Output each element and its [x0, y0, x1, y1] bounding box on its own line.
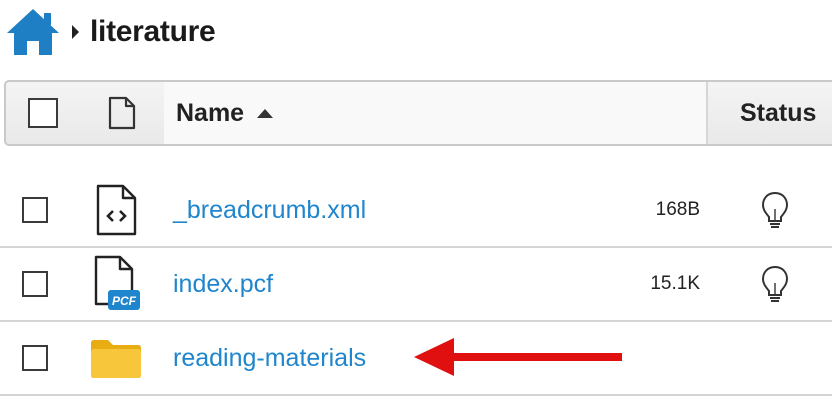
pcf-badge-label: PCF	[112, 294, 137, 308]
home-icon[interactable]	[6, 7, 60, 57]
header-select-all-cell	[6, 82, 80, 144]
row-checkbox[interactable]	[22, 197, 48, 223]
folder-icon	[91, 340, 141, 378]
sort-ascending-icon	[257, 109, 274, 118]
lightbulb-icon[interactable]	[760, 264, 790, 304]
file-icon	[108, 96, 136, 130]
xml-file-icon	[96, 184, 137, 236]
lightbulb-icon[interactable]	[760, 190, 790, 230]
row-icon-cell	[84, 174, 148, 246]
chevron-right-icon	[72, 25, 79, 39]
header-type-cell	[80, 82, 164, 144]
row-select-cell	[22, 248, 48, 320]
column-header-name[interactable]: Name	[164, 82, 706, 144]
select-all-checkbox[interactable]	[28, 98, 58, 128]
breadcrumb-current: literature	[90, 15, 216, 48]
file-link[interactable]: _breadcrumb.xml	[173, 174, 366, 246]
row-select-cell	[22, 174, 48, 246]
table-row[interactable]: PCF index.pcf 15.1K	[0, 248, 832, 322]
status-cell	[760, 174, 790, 246]
breadcrumb: literature	[6, 4, 216, 60]
column-header-status-label: Status	[740, 98, 817, 127]
status-cell	[760, 248, 790, 320]
row-checkbox[interactable]	[22, 271, 48, 297]
row-icon-cell: PCF	[84, 248, 148, 320]
file-size: 168B	[655, 199, 700, 220]
row-checkbox[interactable]	[22, 345, 48, 371]
row-icon-cell	[84, 322, 148, 394]
file-link[interactable]: index.pcf	[173, 248, 273, 320]
column-header-status[interactable]: Status	[706, 82, 832, 144]
red-arrow-annotation	[414, 338, 622, 376]
folder-link[interactable]: reading-materials	[173, 322, 366, 394]
file-browser: literature Name Status _breadcrumb.xml 1…	[0, 0, 832, 403]
pcf-file-icon: PCF	[94, 255, 140, 310]
row-select-cell	[22, 322, 48, 394]
file-size: 15.1K	[650, 273, 700, 294]
table-row[interactable]: _breadcrumb.xml 168B	[0, 174, 832, 248]
table-header: Name Status	[4, 80, 832, 146]
column-header-name-label: Name	[176, 98, 245, 127]
